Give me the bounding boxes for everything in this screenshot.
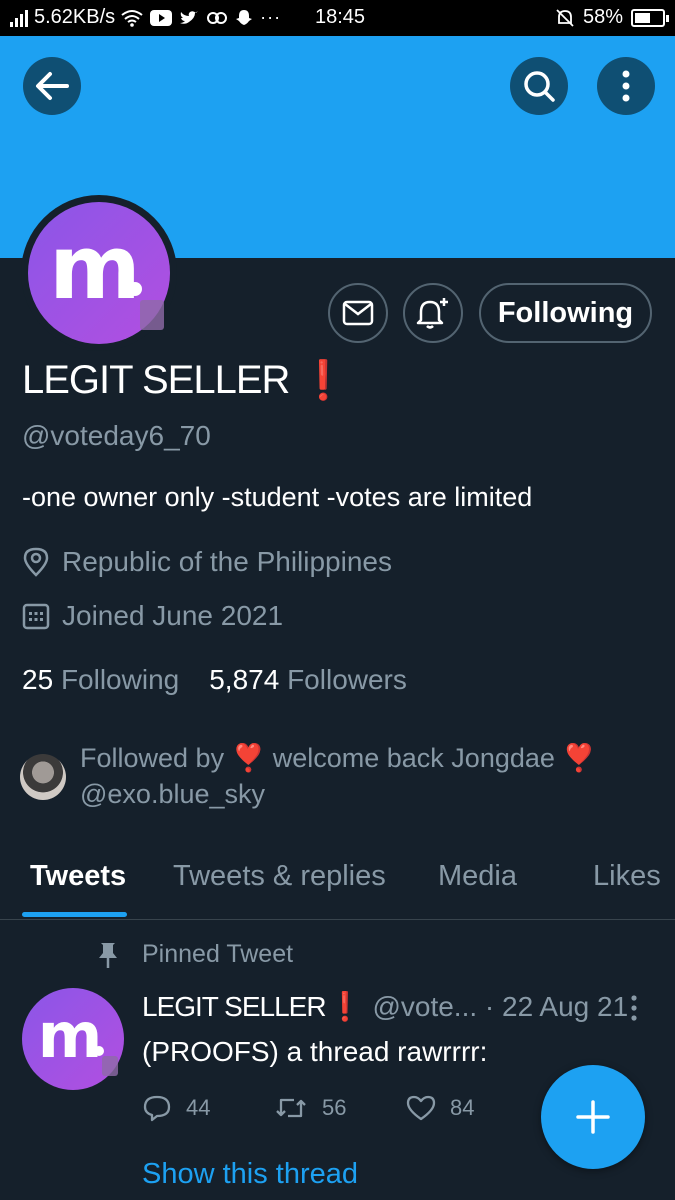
retweet-count: 56 bbox=[322, 1095, 347, 1120]
tweet-more-button[interactable] bbox=[630, 995, 638, 1026]
display-name: LEGIT SELLER bbox=[22, 358, 290, 402]
show-thread-link[interactable]: Show this thread bbox=[142, 1158, 358, 1191]
heart-icon bbox=[406, 1095, 436, 1121]
status-left: 5.62KB/s ··· bbox=[10, 6, 281, 29]
followed-by-handle: @exo.blue_sky bbox=[80, 779, 266, 809]
profile-avatar[interactable]: m bbox=[21, 195, 177, 351]
tab-tweets-replies[interactable]: Tweets & replies bbox=[173, 860, 386, 893]
calendar-icon bbox=[22, 603, 50, 630]
profile-bio: -one owner only -student -votes are limi… bbox=[22, 482, 533, 512]
more-notifications-icon: ··· bbox=[260, 7, 282, 27]
message-button[interactable] bbox=[328, 283, 388, 343]
more-vertical-icon bbox=[622, 70, 630, 102]
avatar-logo-letter: m bbox=[49, 216, 141, 319]
profile-tabs: Tweets Tweets & replies Media Likes bbox=[0, 850, 675, 920]
snapchat-icon bbox=[236, 9, 253, 25]
envelope-icon bbox=[342, 300, 374, 326]
back-button[interactable] bbox=[23, 57, 81, 115]
followers-count-link[interactable]: 5,874 Followers bbox=[209, 664, 407, 696]
youtube-icon bbox=[150, 9, 173, 26]
arrow-left-icon bbox=[36, 72, 69, 100]
like-count: 84 bbox=[450, 1095, 475, 1120]
compose-tweet-button[interactable] bbox=[541, 1065, 645, 1169]
location-text: Republic of the Philippines bbox=[62, 546, 392, 577]
wifi-icon bbox=[121, 9, 143, 27]
reply-icon bbox=[143, 1095, 171, 1122]
search-icon bbox=[524, 71, 555, 102]
pin-icon bbox=[99, 942, 117, 968]
tweet-author-name: LEGIT SELLER bbox=[142, 990, 327, 1022]
status-bar: 5.62KB/s ··· 18:45 58% bbox=[0, 0, 675, 36]
clock: 18:45 bbox=[315, 6, 366, 28]
display-name-row: LEGIT SELLER ❗ bbox=[22, 358, 347, 403]
tweet-actions: 44 56 84 bbox=[142, 1094, 538, 1122]
battery-icon bbox=[631, 8, 669, 27]
search-button[interactable] bbox=[510, 57, 568, 115]
link-icon bbox=[207, 11, 228, 24]
status-right: 58% bbox=[555, 6, 669, 29]
tweet-avatar[interactable]: m bbox=[22, 988, 124, 1090]
followed-by[interactable]: Followed by ❣️ welcome back Jongdae ❣️ @… bbox=[20, 740, 596, 812]
battery-percent: 58% bbox=[582, 6, 623, 28]
network-speed: 5.62KB/s bbox=[34, 6, 116, 28]
avatar-sticker bbox=[140, 300, 164, 330]
tweet-author-emoji: ❗ bbox=[327, 991, 363, 1022]
following-count: 25 bbox=[22, 664, 54, 695]
twitter-icon bbox=[180, 10, 199, 24]
profile-handle: @voteday6_70 bbox=[22, 420, 211, 451]
followed-by-prefix: Followed by bbox=[80, 743, 225, 773]
more-button[interactable] bbox=[597, 57, 655, 115]
plus-icon bbox=[576, 1100, 610, 1134]
followed-by-text: Followed by ❣️ welcome back Jongdae ❣️ @… bbox=[80, 740, 596, 812]
like-action[interactable]: 84 bbox=[406, 1094, 538, 1122]
mute-bell-icon bbox=[556, 8, 574, 27]
avatar-image: m bbox=[28, 202, 170, 344]
following-button[interactable]: Following bbox=[479, 283, 652, 343]
tab-media[interactable]: Media bbox=[438, 860, 517, 893]
tweet-header: LEGIT SELLER ❗ @vote... · 22 Aug 21 bbox=[142, 990, 628, 1023]
display-name-emoji: ❗ bbox=[299, 360, 347, 402]
tweet-text: (PROOFS) a thread rawrrrr: bbox=[142, 1036, 488, 1067]
heart-emoji-left: ❣️ bbox=[231, 743, 266, 773]
active-tab-indicator bbox=[22, 912, 127, 917]
bell-plus-icon bbox=[416, 298, 448, 329]
tab-likes[interactable]: Likes bbox=[593, 860, 661, 893]
signal-icon bbox=[10, 9, 28, 27]
more-vertical-icon bbox=[631, 995, 637, 1021]
tab-tweets[interactable]: Tweets bbox=[30, 860, 126, 893]
retweet-icon bbox=[276, 1098, 306, 1118]
following-label: Following bbox=[60, 664, 180, 695]
joined-text: Joined June 2021 bbox=[62, 600, 284, 631]
tweet-handle-date: @vote... · 22 Aug 21 bbox=[372, 990, 629, 1022]
pinned-tweet-label: Pinned Tweet bbox=[96, 940, 293, 969]
avatar-logo-dot bbox=[128, 282, 142, 296]
follower-avatar bbox=[20, 754, 66, 800]
heart-emoji-right: ❣️ bbox=[562, 743, 597, 773]
notify-button[interactable] bbox=[403, 283, 463, 343]
retweet-action[interactable]: 56 bbox=[274, 1094, 406, 1122]
location-row: Republic of the Philippines bbox=[22, 546, 392, 578]
followed-by-name: welcome back Jongdae bbox=[272, 743, 555, 773]
joined-row: Joined June 2021 bbox=[22, 600, 283, 632]
reply-count: 44 bbox=[186, 1095, 211, 1120]
follow-counts: 25 Following 5,874 Followers bbox=[22, 664, 407, 696]
following-count-link[interactable]: 25 Following bbox=[22, 664, 179, 696]
tweet-avatar-sticker bbox=[102, 1056, 118, 1076]
followers-label: Followers bbox=[287, 664, 407, 695]
pinned-text: Pinned Tweet bbox=[142, 940, 294, 968]
tweet-avatar-dot bbox=[94, 1046, 104, 1056]
followers-count: 5,874 bbox=[209, 664, 280, 695]
notification-icons: ··· bbox=[121, 7, 281, 28]
reply-action[interactable]: 44 bbox=[142, 1094, 274, 1122]
location-pin-icon bbox=[23, 547, 49, 577]
tweet-avatar-letter: m bbox=[37, 998, 103, 1072]
